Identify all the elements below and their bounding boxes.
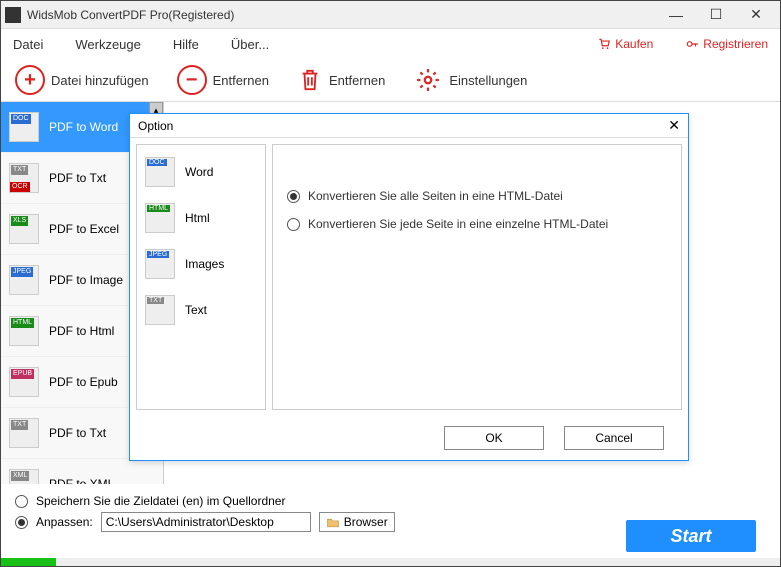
sidebar-item-pdf-to-xml[interactable]: XML PDF to XML — [1, 459, 163, 484]
dialog-footer: OK Cancel — [130, 416, 688, 460]
format-option-label: Text — [185, 303, 207, 317]
format-option-word[interactable]: DOC Word — [137, 149, 265, 195]
format-option-html[interactable]: HTML Html — [137, 195, 265, 241]
all-pages-radio[interactable] — [287, 190, 300, 203]
menu-tools[interactable]: Werkzeuge — [75, 37, 141, 52]
remove-button[interactable]: − Entfernen — [177, 65, 269, 95]
add-file-button[interactable]: + Datei hinzufügen — [15, 65, 149, 95]
dialog-titlebar: Option ✕ — [130, 114, 688, 138]
menubar: Datei Werkzeuge Hilfe Über... Kaufen Reg… — [1, 29, 780, 59]
menu-help[interactable]: Hilfe — [173, 37, 199, 52]
format-option-text[interactable]: TXT Text — [137, 287, 265, 333]
format-option-label: Images — [185, 257, 224, 271]
key-icon — [685, 37, 699, 51]
dialog-close-button[interactable]: ✕ — [668, 117, 680, 134]
format-option-label: Html — [185, 211, 210, 225]
format-option-label: Word — [185, 165, 213, 179]
minus-icon: − — [177, 65, 207, 95]
delete-button[interactable]: Entfernen — [297, 65, 385, 95]
toolbar: + Datei hinzufügen − Entfernen Entfernen… — [1, 59, 780, 101]
start-button[interactable]: Start — [626, 520, 756, 552]
sidebar-item-label: PDF to Word — [49, 120, 118, 134]
dialog-options-panel: Konvertieren Sie alle Seiten in eine HTM… — [272, 144, 682, 410]
sidebar-item-label: PDF to Excel — [49, 222, 119, 236]
browse-button[interactable]: Browser — [319, 512, 395, 532]
buy-label: Kaufen — [615, 37, 653, 51]
folder-icon — [326, 517, 340, 528]
each-page-radio[interactable] — [287, 218, 300, 231]
all-pages-label: Konvertieren Sie alle Seiten in eine HTM… — [308, 189, 563, 203]
file-type-icon: XLS — [9, 214, 39, 244]
option-dialog: Option ✕ DOC Word HTML Html JPEG Images TXT Tex… — [129, 113, 689, 461]
settings-label: Einstellungen — [449, 73, 527, 88]
register-link[interactable]: Registrieren — [685, 37, 768, 51]
progress-fill — [1, 558, 56, 566]
file-type-icon: EPUB — [9, 367, 39, 397]
file-type-icon: JPEG — [9, 265, 39, 295]
buy-link[interactable]: Kaufen — [597, 37, 653, 51]
file-type-icon: HTML — [9, 316, 39, 346]
sidebar-item-label: PDF to Txt — [49, 171, 106, 185]
delete-label: Entfernen — [329, 73, 385, 88]
browse-label: Browser — [344, 515, 388, 529]
path-input[interactable] — [101, 512, 311, 532]
window-title: WidsMob ConvertPDF Pro(Registered) — [27, 8, 656, 22]
progress-bar — [1, 558, 780, 566]
save-in-source-radio[interactable] — [15, 495, 28, 508]
file-type-icon: DOC — [145, 157, 175, 187]
each-page-label: Konvertieren Sie jede Seite in eine einz… — [308, 217, 608, 231]
ok-button[interactable]: OK — [444, 426, 544, 450]
file-type-icon: HTML — [145, 203, 175, 233]
gear-icon — [413, 65, 443, 95]
custom-path-radio[interactable] — [15, 516, 28, 529]
file-type-icon: JPEG — [145, 249, 175, 279]
sidebar-item-label: PDF to Image — [49, 273, 123, 287]
custom-label: Anpassen: — [36, 515, 93, 529]
menu-about[interactable]: Über... — [231, 37, 269, 52]
plus-icon: + — [15, 65, 45, 95]
close-button[interactable]: ✕ — [736, 5, 776, 25]
dialog-format-list: DOC Word HTML Html JPEG Images TXT Text — [136, 144, 266, 410]
app-icon — [5, 7, 21, 23]
remove-label: Entfernen — [213, 73, 269, 88]
titlebar: WidsMob ConvertPDF Pro(Registered) — ☐ ✕ — [1, 1, 780, 29]
sidebar-item-label: PDF to XML — [49, 477, 114, 484]
minimize-button[interactable]: — — [656, 5, 696, 25]
sidebar-item-label: PDF to Html — [49, 324, 114, 338]
settings-button[interactable]: Einstellungen — [413, 65, 527, 95]
cancel-button[interactable]: Cancel — [564, 426, 664, 450]
trash-icon — [297, 65, 323, 95]
file-type-icon: XML — [9, 469, 39, 484]
register-label: Registrieren — [703, 37, 768, 51]
format-option-images[interactable]: JPEG Images — [137, 241, 265, 287]
menu-file[interactable]: Datei — [13, 37, 43, 52]
dialog-title: Option — [138, 119, 173, 133]
file-type-icon: DOC — [9, 112, 39, 142]
maximize-button[interactable]: ☐ — [696, 5, 736, 25]
file-type-icon: TXT — [145, 295, 175, 325]
add-file-label: Datei hinzufügen — [51, 73, 149, 88]
sidebar-item-label: PDF to Epub — [49, 375, 118, 389]
sidebar-item-label: PDF to Txt — [49, 426, 106, 440]
save-in-source-label: Speichern Sie die Zieldatei (en) im Quel… — [36, 494, 285, 508]
file-type-icon: TXTOCR — [9, 163, 39, 193]
cart-icon — [597, 37, 611, 51]
file-type-icon: TXT — [9, 418, 39, 448]
